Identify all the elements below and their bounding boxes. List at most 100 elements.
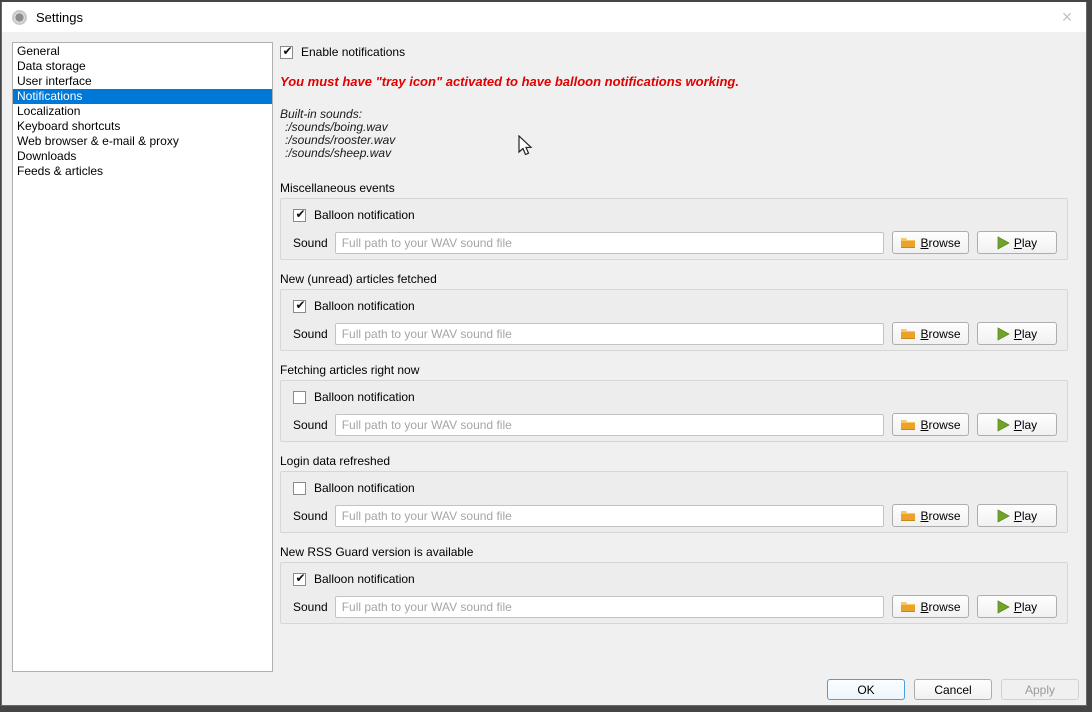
balloon-notification-label: Balloon notification bbox=[314, 572, 415, 586]
sidebar-item-data-storage[interactable]: Data storage bbox=[13, 59, 272, 74]
sidebar-item-downloads[interactable]: Downloads bbox=[13, 149, 272, 164]
browse-button[interactable]: Browse bbox=[892, 595, 969, 618]
sound-row: Sound Browse bbox=[293, 413, 1057, 436]
play-icon bbox=[997, 418, 1010, 432]
builtin-sound-path: :/sounds/rooster.wav bbox=[280, 134, 1068, 147]
sidebar-item-keyboard-shortcuts[interactable]: Keyboard shortcuts bbox=[13, 119, 272, 134]
browse-button[interactable]: Browse bbox=[892, 413, 969, 436]
balloon-notification-row: Balloon notification bbox=[293, 572, 1057, 586]
enable-notifications-label: Enable notifications bbox=[301, 45, 405, 59]
sidebar-item-feeds-articles[interactable]: Feeds & articles bbox=[13, 164, 272, 179]
sound-path-input[interactable] bbox=[335, 505, 884, 527]
sound-row: Sound Browse bbox=[293, 595, 1057, 618]
play-icon bbox=[997, 509, 1010, 523]
sidebar-item-localization[interactable]: Localization bbox=[13, 104, 272, 119]
section-groupbox: Balloon notification Sound Browse bbox=[280, 198, 1068, 260]
play-button[interactable]: Play bbox=[977, 322, 1057, 345]
sound-row: Sound Browse bbox=[293, 231, 1057, 254]
browse-button-label: Browse bbox=[920, 236, 960, 250]
balloon-notification-checkbox[interactable] bbox=[293, 573, 306, 586]
sound-label: Sound bbox=[293, 418, 328, 432]
browse-button-label: Browse bbox=[920, 418, 960, 432]
play-icon bbox=[997, 236, 1010, 250]
browse-button-label: Browse bbox=[920, 600, 960, 614]
play-button[interactable]: Play bbox=[977, 231, 1057, 254]
builtin-sounds-block: Built-in sounds: :/sounds/boing.wav :/so… bbox=[280, 108, 1068, 160]
balloon-notification-row: Balloon notification bbox=[293, 481, 1057, 495]
balloon-notification-label: Balloon notification bbox=[314, 208, 415, 222]
folder-icon bbox=[900, 509, 916, 522]
builtin-sound-path: :/sounds/boing.wav bbox=[280, 121, 1068, 134]
folder-icon bbox=[900, 600, 916, 613]
enable-notifications-checkbox[interactable] bbox=[280, 46, 293, 59]
sidebar-item-general[interactable]: General bbox=[13, 44, 272, 59]
play-button-label: Play bbox=[1014, 327, 1037, 341]
settings-window: Settings × GeneralData storageUser inter… bbox=[1, 2, 1087, 706]
play-button-label: Play bbox=[1014, 509, 1037, 523]
tray-icon-warning: You must have "tray icon" activated to h… bbox=[280, 74, 1068, 89]
balloon-notification-label: Balloon notification bbox=[314, 390, 415, 404]
sound-path-input[interactable] bbox=[335, 414, 884, 436]
sound-label: Sound bbox=[293, 236, 328, 250]
balloon-notification-checkbox[interactable] bbox=[293, 300, 306, 313]
sound-row: Sound Browse bbox=[293, 322, 1057, 345]
sound-label: Sound bbox=[293, 509, 328, 523]
section-title: Login data refreshed bbox=[280, 454, 1068, 469]
ok-button[interactable]: OK bbox=[827, 679, 905, 700]
section-groupbox: Balloon notification Sound Browse bbox=[280, 562, 1068, 624]
section-groupbox: Balloon notification Sound Browse bbox=[280, 289, 1068, 351]
folder-icon bbox=[900, 236, 916, 249]
settings-content: GeneralData storageUser interfaceNotific… bbox=[2, 32, 1086, 706]
section-title: Miscellaneous events bbox=[280, 181, 1068, 196]
notification-section: Login data refreshed Balloon notificatio… bbox=[280, 454, 1068, 533]
play-button-label: Play bbox=[1014, 600, 1037, 614]
section-title: New RSS Guard version is available bbox=[280, 545, 1068, 560]
play-icon bbox=[997, 327, 1010, 341]
dialog-buttons: OK Cancel Apply bbox=[827, 679, 1079, 700]
close-icon[interactable]: × bbox=[1056, 6, 1078, 28]
balloon-notification-row: Balloon notification bbox=[293, 208, 1057, 222]
sound-path-input[interactable] bbox=[335, 596, 884, 618]
browse-button-label: Browse bbox=[920, 509, 960, 523]
builtin-sound-path: :/sounds/sheep.wav bbox=[280, 147, 1068, 160]
notification-section: Fetching articles right now Balloon noti… bbox=[280, 363, 1068, 442]
balloon-notification-checkbox[interactable] bbox=[293, 391, 306, 404]
titlebar: Settings × bbox=[2, 2, 1086, 32]
notification-sections: Miscellaneous events Balloon notificatio… bbox=[280, 181, 1068, 624]
browse-button[interactable]: Browse bbox=[892, 231, 969, 254]
balloon-notification-label: Balloon notification bbox=[314, 299, 415, 313]
balloon-notification-label: Balloon notification bbox=[314, 481, 415, 495]
sidebar-item-web-browser-e-mail-proxy[interactable]: Web browser & e-mail & proxy bbox=[13, 134, 272, 149]
balloon-notification-checkbox[interactable] bbox=[293, 482, 306, 495]
sound-label: Sound bbox=[293, 327, 328, 341]
builtin-sounds-title: Built-in sounds: bbox=[280, 108, 1068, 121]
sound-label: Sound bbox=[293, 600, 328, 614]
notification-section: New (unread) articles fetched Balloon no… bbox=[280, 272, 1068, 351]
sidebar-item-notifications[interactable]: Notifications bbox=[13, 89, 272, 104]
play-button-label: Play bbox=[1014, 236, 1037, 250]
play-button[interactable]: Play bbox=[977, 413, 1057, 436]
window-title: Settings bbox=[36, 10, 83, 25]
browse-button[interactable]: Browse bbox=[892, 322, 969, 345]
gear-icon bbox=[12, 10, 27, 25]
balloon-notification-row: Balloon notification bbox=[293, 390, 1057, 404]
sidebar-item-user-interface[interactable]: User interface bbox=[13, 74, 272, 89]
play-button[interactable]: Play bbox=[977, 595, 1057, 618]
cancel-button[interactable]: Cancel bbox=[914, 679, 992, 700]
play-icon bbox=[997, 600, 1010, 614]
folder-icon bbox=[900, 418, 916, 431]
section-groupbox: Balloon notification Sound Browse bbox=[280, 471, 1068, 533]
section-groupbox: Balloon notification Sound Browse bbox=[280, 380, 1068, 442]
apply-button[interactable]: Apply bbox=[1001, 679, 1079, 700]
balloon-notification-checkbox[interactable] bbox=[293, 209, 306, 222]
browse-button-label: Browse bbox=[920, 327, 960, 341]
enable-notifications-row: Enable notifications bbox=[280, 45, 1068, 59]
settings-category-list: GeneralData storageUser interfaceNotific… bbox=[12, 42, 273, 672]
sound-path-input[interactable] bbox=[335, 323, 884, 345]
balloon-notification-row: Balloon notification bbox=[293, 299, 1057, 313]
section-title: New (unread) articles fetched bbox=[280, 272, 1068, 287]
play-button-label: Play bbox=[1014, 418, 1037, 432]
browse-button[interactable]: Browse bbox=[892, 504, 969, 527]
sound-path-input[interactable] bbox=[335, 232, 884, 254]
play-button[interactable]: Play bbox=[977, 504, 1057, 527]
